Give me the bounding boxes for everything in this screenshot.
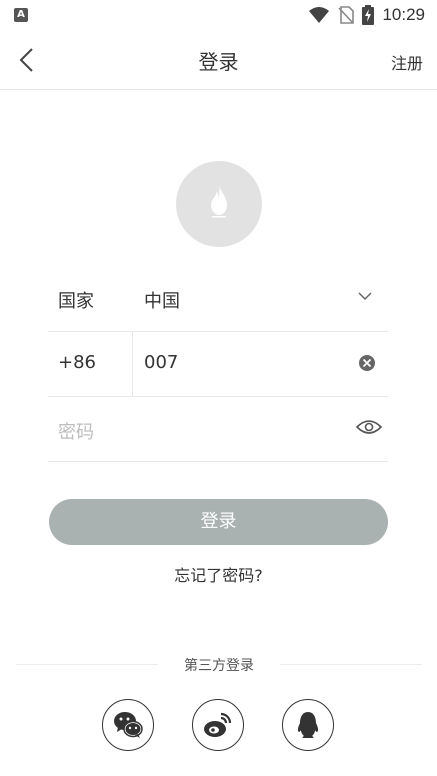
register-link[interactable]: 注册 bbox=[391, 50, 423, 74]
third-party-login-label: 第三方登录 bbox=[184, 658, 254, 674]
country-label: 国家 bbox=[58, 291, 94, 312]
country-selector[interactable]: 国家 中国 bbox=[48, 267, 388, 332]
qq-login-button[interactable] bbox=[282, 699, 334, 751]
navigation-bar: 登录 注册 bbox=[0, 32, 437, 90]
avatar bbox=[176, 161, 262, 247]
password-input[interactable]: 密码 bbox=[58, 418, 94, 444]
clock: 10:29 bbox=[382, 5, 425, 24]
login-button[interactable]: 登录 bbox=[49, 499, 388, 545]
qq-icon bbox=[297, 712, 319, 738]
phone-divider bbox=[132, 332, 133, 396]
chevron-down-icon bbox=[358, 292, 372, 301]
battery-charging-icon bbox=[362, 5, 375, 25]
forgot-password-link[interactable]: 忘记了密码? bbox=[0, 562, 437, 586]
password-row: 密码 bbox=[48, 397, 388, 462]
country-value: 中国 bbox=[144, 291, 180, 312]
clear-icon[interactable] bbox=[358, 354, 376, 372]
app-notification-icon: A bbox=[14, 8, 28, 22]
phone-country-code[interactable]: +86 bbox=[58, 352, 96, 373]
eye-icon[interactable] bbox=[356, 418, 382, 436]
divider-line-right bbox=[280, 664, 422, 665]
phone-input[interactable]: 007 bbox=[144, 352, 178, 373]
wechat-icon bbox=[114, 712, 143, 738]
no-sim-icon bbox=[338, 6, 355, 24]
page-title: 登录 bbox=[198, 50, 239, 74]
weibo-login-button[interactable] bbox=[192, 699, 244, 751]
weibo-icon bbox=[204, 712, 232, 737]
wifi-icon bbox=[309, 7, 330, 23]
app-logo-icon bbox=[211, 185, 227, 218]
phone-row: +86 007 bbox=[48, 332, 388, 397]
status-bar: A 10:29 bbox=[0, 0, 437, 32]
third-party-login-divider: 第三方登录 bbox=[16, 655, 422, 675]
wechat-login-button[interactable] bbox=[102, 699, 154, 751]
